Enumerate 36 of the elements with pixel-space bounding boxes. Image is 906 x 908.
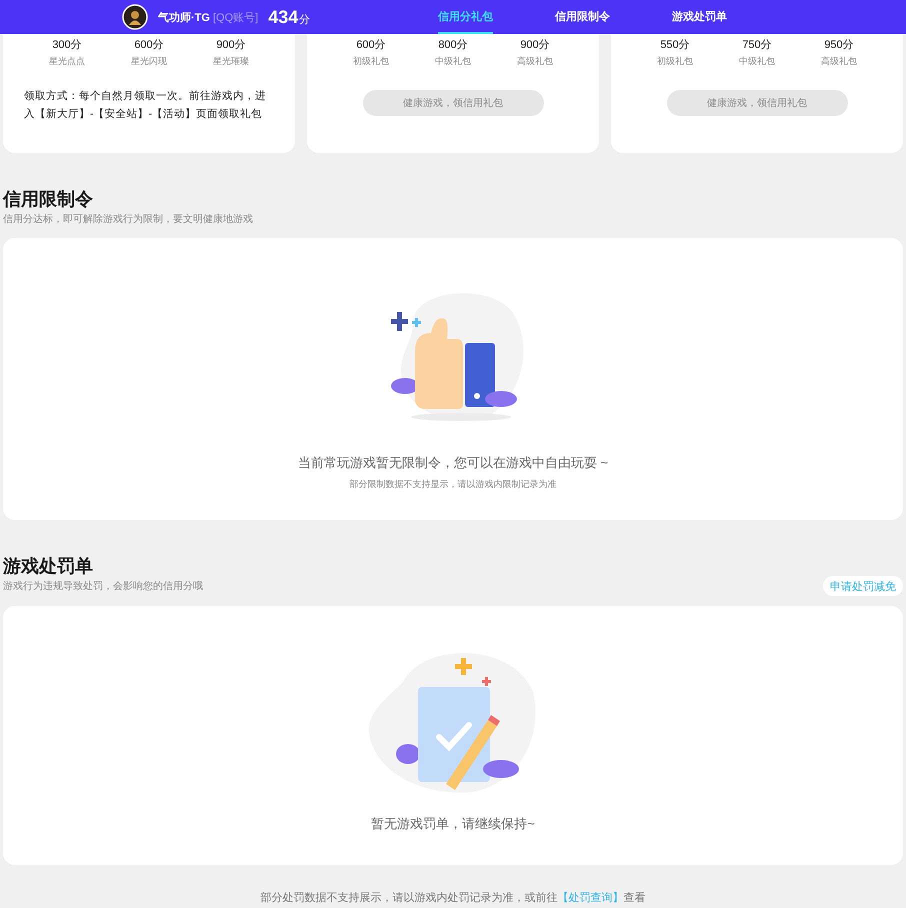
tier-score: 950分 xyxy=(824,38,854,52)
nav-tab[interactable]: 信用限制令 xyxy=(555,0,610,34)
user-name: 气功师·TG xyxy=(158,10,210,24)
tier-name: 高级礼包 xyxy=(517,55,553,67)
tier-score: 550分 xyxy=(660,38,690,52)
tier-name: 初级礼包 xyxy=(353,55,389,67)
account-type: [QQ账号] xyxy=(212,10,258,24)
tier-name: 星光点点 xyxy=(49,55,85,67)
empty-message: 暂无游戏罚单，请继续保持~ xyxy=(371,815,535,833)
empty-message: 当前常玩游戏暂无限制令，您可以在游戏中自由玩耍 ~ xyxy=(298,454,608,472)
nav-tab[interactable]: 游戏处罚单 xyxy=(672,0,727,34)
tier-score: 300分 xyxy=(52,38,82,52)
appeal-button[interactable]: 申请处罚减免 xyxy=(823,576,903,596)
tier-name: 中级礼包 xyxy=(739,55,775,67)
tier-name: 星光闪现 xyxy=(131,55,167,67)
claim-instructions: 领取方式：每个自然月领取一次。前往游戏内，进入【新大厅】-【安全站】-【活动】页面领取礼包 xyxy=(24,89,267,122)
empty-note: 部分限制数据不支持显示，请以游戏内限制记录为准 xyxy=(350,478,556,491)
footer-note: 部分处罚数据不支持展示，请以游戏内处罚记录为准，或前往【处罚查询】查看 xyxy=(260,890,646,905)
tier-name: 初级礼包 xyxy=(657,55,693,67)
tier-name: 星光璀璨 xyxy=(213,55,249,67)
section-subtitle: 信用分达标，即可解除游戏行为限制，要文明健康地游戏 xyxy=(3,213,254,227)
tier-name: 中级礼包 xyxy=(435,55,471,67)
tier-score: 600分 xyxy=(134,38,164,52)
credit-score: 434 xyxy=(268,6,298,28)
tier-score: 600分 xyxy=(356,38,386,52)
score-unit: 分 xyxy=(299,13,310,27)
tier-score: 900分 xyxy=(216,38,246,52)
tier-name: 高级礼包 xyxy=(821,55,857,67)
tier-score: 900分 xyxy=(520,38,550,52)
tier-score: 800分 xyxy=(438,38,468,52)
section-title: 信用限制令 xyxy=(3,188,94,211)
section-title: 游戏处罚单 xyxy=(3,555,94,578)
penalty-query-link[interactable]: 【处罚查询】 xyxy=(558,892,624,904)
section-subtitle: 游戏行为违规导致处罚，会影响您的信用分哦 xyxy=(3,580,203,594)
tier-score: 750分 xyxy=(742,38,772,52)
avatar-icon xyxy=(122,4,148,30)
